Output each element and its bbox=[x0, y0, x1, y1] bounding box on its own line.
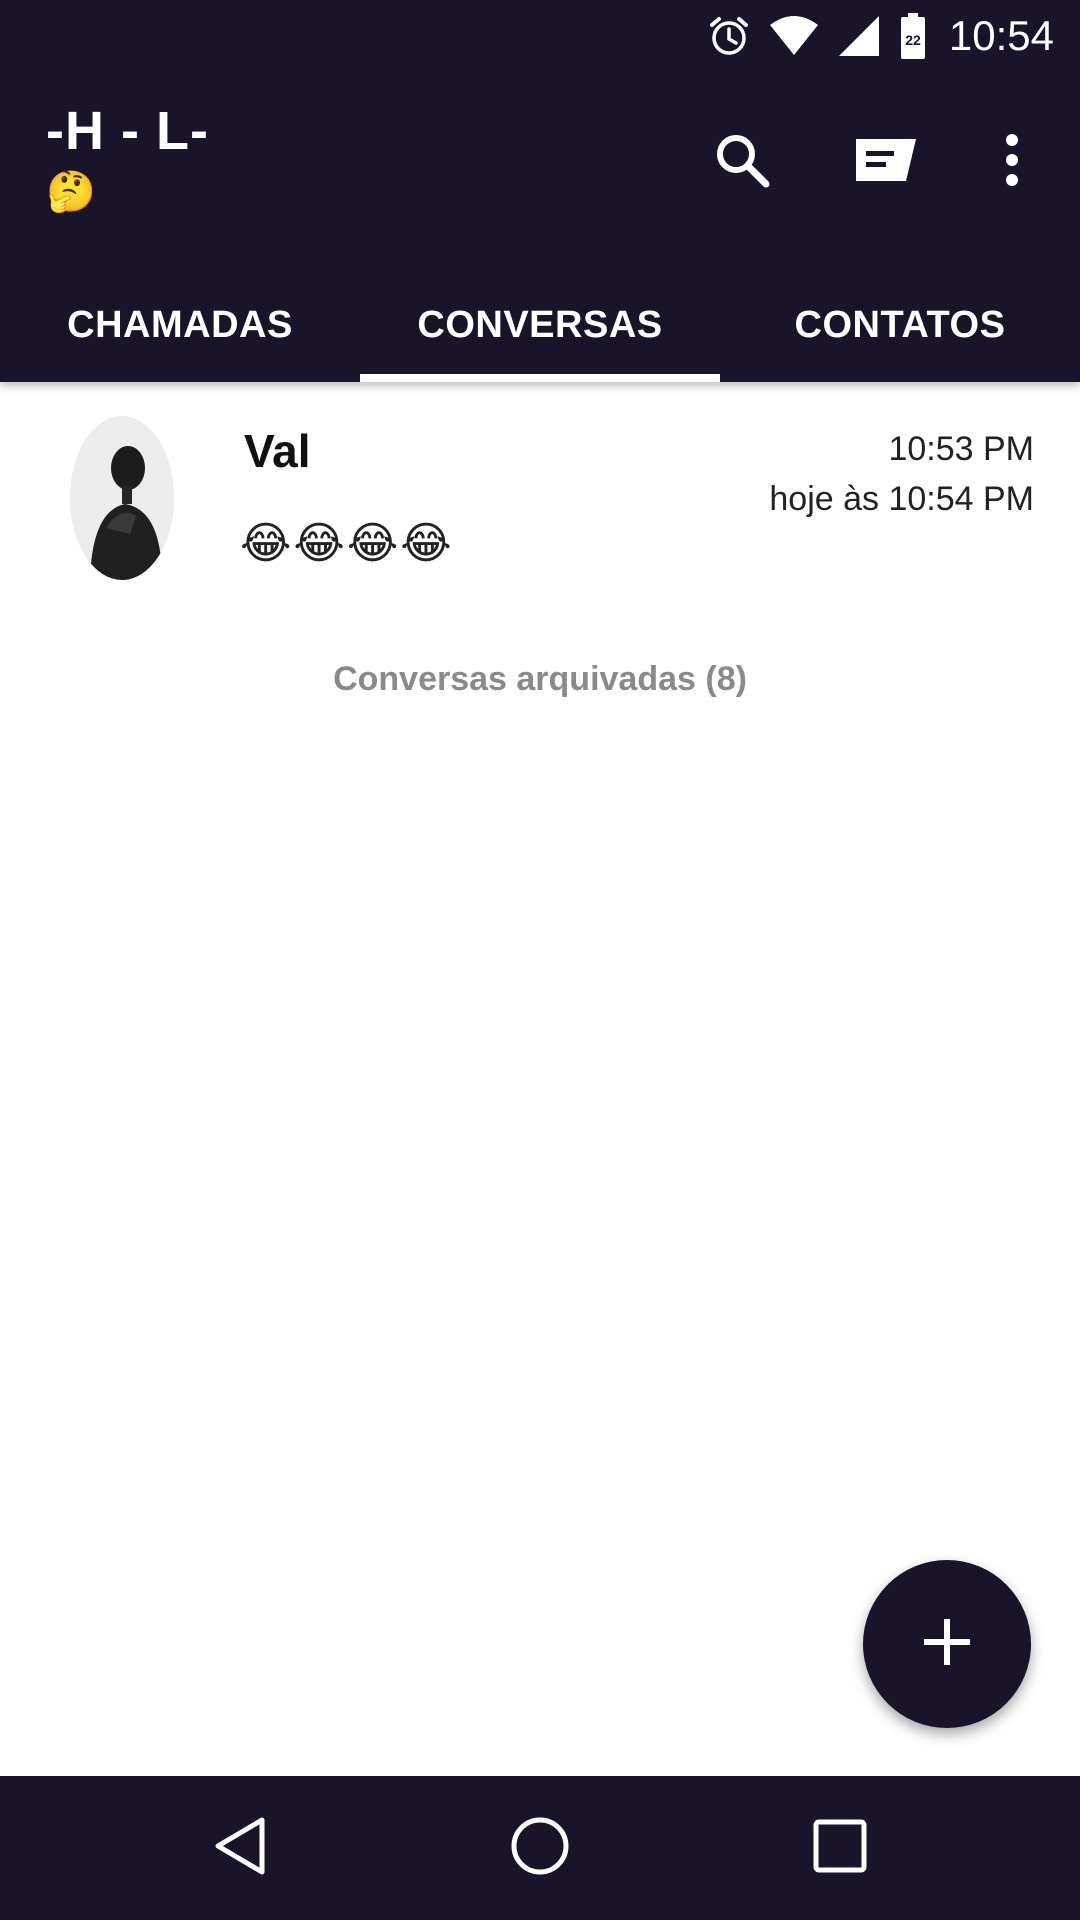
home-icon bbox=[510, 1816, 570, 1881]
search-button[interactable] bbox=[694, 114, 790, 210]
new-conversation-fab[interactable] bbox=[863, 1560, 1031, 1728]
archived-conversations-link[interactable]: Conversas arquivadas (8) bbox=[0, 660, 1080, 699]
signal-icon bbox=[837, 14, 881, 58]
recents-icon bbox=[812, 1818, 868, 1879]
navigation-bar bbox=[0, 1776, 1080, 1920]
battery-icon: 22 bbox=[899, 12, 927, 60]
contact-name: Val bbox=[244, 425, 311, 477]
home-button[interactable] bbox=[490, 1798, 590, 1898]
new-message-button[interactable] bbox=[838, 114, 934, 210]
conversation-item[interactable]: Val 10:53 PM hoje às 10:54 PM 😂😂😂😂 bbox=[0, 400, 1080, 600]
app-bar: -H - L- 🤔 CHAMADAS CONVERSAS CONTATOS bbox=[0, 72, 1080, 382]
message-date: hoje às 10:54 PM bbox=[769, 480, 1034, 518]
screen: 22 10:54 -H - L- 🤔 CHAMADAS CONVERSAS CO… bbox=[0, 0, 1080, 1920]
tab-conversas[interactable]: CONVERSAS bbox=[360, 268, 720, 382]
tab-bar: CHAMADAS CONVERSAS CONTATOS bbox=[0, 268, 1080, 382]
app-title: -H - L- bbox=[46, 101, 209, 161]
status-icons: 22 10:54 bbox=[707, 8, 1054, 64]
tab-chamadas[interactable]: CHAMADAS bbox=[0, 268, 360, 382]
more-options-button[interactable] bbox=[964, 114, 1060, 210]
last-message: 😂😂😂😂 bbox=[240, 519, 454, 568]
message-time: 10:53 PM bbox=[888, 430, 1034, 468]
app-subtitle-emoji: 🤔 bbox=[46, 170, 96, 214]
status-time: 10:54 bbox=[948, 12, 1054, 59]
recents-button[interactable] bbox=[790, 1798, 890, 1898]
back-icon bbox=[212, 1816, 268, 1881]
more-options-icon bbox=[1002, 132, 1022, 193]
status-bar: 22 10:54 bbox=[0, 0, 1080, 72]
wifi-icon bbox=[769, 15, 819, 57]
back-button[interactable] bbox=[190, 1798, 290, 1898]
search-icon bbox=[712, 130, 772, 195]
tab-contatos[interactable]: CONTATOS bbox=[720, 268, 1080, 382]
battery-level: 22 bbox=[905, 32, 921, 48]
alarm-icon bbox=[707, 14, 751, 58]
new-message-icon bbox=[852, 135, 920, 190]
avatar[interactable] bbox=[70, 416, 174, 580]
plus-icon bbox=[922, 1617, 972, 1672]
